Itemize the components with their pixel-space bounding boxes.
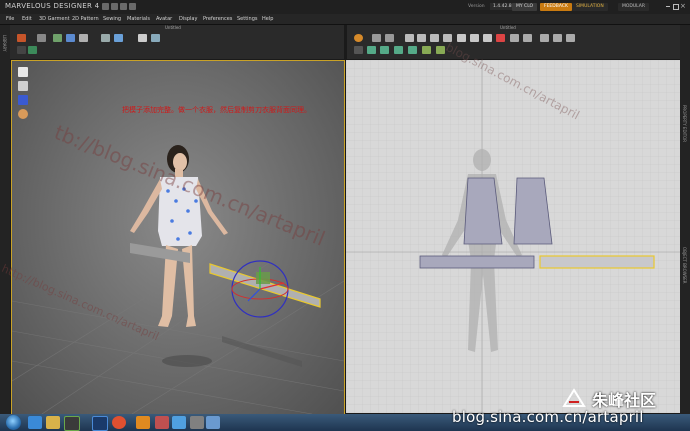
select-icon[interactable] bbox=[17, 34, 26, 42]
avatar-shirt-icon[interactable] bbox=[18, 67, 28, 77]
rotate-icon[interactable] bbox=[354, 34, 363, 42]
menu-help[interactable]: Help bbox=[262, 16, 273, 22]
display-mode-icon[interactable] bbox=[28, 46, 37, 54]
save-icon[interactable] bbox=[102, 3, 109, 10]
menu-3d-garment[interactable]: 3D Garment bbox=[39, 16, 70, 22]
avatar-body-icon[interactable] bbox=[18, 81, 28, 91]
view-mode-icon[interactable] bbox=[17, 46, 26, 54]
fitting-suit-icon[interactable] bbox=[66, 34, 75, 42]
modular-button[interactable]: MODULAR bbox=[618, 3, 649, 11]
community-logo-icon bbox=[562, 388, 586, 407]
edit-segment-icon[interactable] bbox=[367, 46, 376, 54]
photoshop-icon[interactable] bbox=[92, 416, 108, 431]
move-icon[interactable] bbox=[101, 34, 110, 42]
right-panel-strip[interactable]: OBJECT BROWSER PROPERTY EDITOR bbox=[680, 25, 690, 415]
property-editor-tab[interactable]: PROPERTY EDITOR bbox=[682, 105, 687, 142]
toolbar-2d-tools bbox=[350, 31, 675, 57]
picture-icon[interactable] bbox=[206, 416, 220, 429]
close-icon[interactable]: × bbox=[680, 3, 686, 10]
redo-icon[interactable] bbox=[120, 3, 127, 10]
window-controls[interactable]: × bbox=[666, 3, 686, 11]
library-tab[interactable]: LIBRARY bbox=[2, 35, 7, 51]
dart-icon[interactable] bbox=[470, 34, 479, 42]
blog-url-watermark: blog.sina.com.cn/artapril bbox=[452, 408, 644, 426]
avatar-pose-icon[interactable] bbox=[18, 95, 28, 105]
pattern-strip[interactable] bbox=[419, 255, 535, 269]
notch-icon[interactable] bbox=[553, 34, 562, 42]
app-title: MARVELOUS DESIGNER 4 bbox=[5, 2, 100, 10]
move-2d-icon[interactable] bbox=[354, 46, 363, 54]
symmetric-icon[interactable] bbox=[422, 46, 431, 54]
cloth-strip-selected[interactable] bbox=[209, 263, 321, 308]
viewport-2d[interactable] bbox=[346, 60, 680, 413]
qq-icon[interactable] bbox=[172, 416, 186, 429]
minimize-icon[interactable] bbox=[666, 6, 670, 7]
library-panel-strip[interactable]: LIBRARY bbox=[0, 25, 10, 415]
menu-preferences[interactable]: Preferences bbox=[203, 16, 232, 22]
transform-icon[interactable] bbox=[37, 34, 46, 42]
ie-icon[interactable] bbox=[28, 416, 42, 429]
version-label: Version bbox=[468, 4, 485, 9]
polygon-icon[interactable] bbox=[417, 34, 426, 42]
internal-line-icon[interactable] bbox=[457, 34, 466, 42]
free-sewing-icon[interactable] bbox=[496, 34, 505, 42]
edit-curvature-icon[interactable] bbox=[394, 46, 403, 54]
maximize-icon[interactable] bbox=[673, 4, 679, 10]
undo-icon[interactable] bbox=[111, 3, 118, 10]
fold-icon[interactable] bbox=[53, 34, 62, 42]
my-account-button[interactable]: MY CLO bbox=[512, 3, 538, 11]
edit-point-icon[interactable] bbox=[385, 34, 394, 42]
pattern-canvas bbox=[346, 60, 680, 413]
transform-pattern-icon[interactable] bbox=[372, 34, 381, 42]
zoom-icon[interactable] bbox=[566, 34, 575, 42]
segment-sewing-icon[interactable] bbox=[483, 34, 492, 42]
menu-2d-pattern[interactable]: 2D Pattern bbox=[72, 16, 99, 22]
menu-file[interactable]: File bbox=[6, 16, 14, 22]
marvelous-icon[interactable] bbox=[136, 416, 150, 429]
pin-2d-icon[interactable] bbox=[540, 34, 549, 42]
simulation-button[interactable]: SIMULATION bbox=[572, 3, 608, 11]
menu-avatar[interactable]: Avatar bbox=[156, 16, 172, 22]
menu-display[interactable]: Display bbox=[179, 16, 197, 22]
pin-icon[interactable] bbox=[79, 34, 88, 42]
tutorial-annotation: 把模子添加完整。做一个衣服，然后复制剪刀衣服背面同理。 bbox=[122, 106, 311, 114]
app-icon[interactable] bbox=[155, 416, 169, 429]
fold-arrange-icon[interactable] bbox=[510, 34, 519, 42]
menu-materials[interactable]: Materials bbox=[127, 16, 150, 22]
object-browser-tab[interactable]: OBJECT BROWSER bbox=[682, 247, 687, 284]
pattern-strip-selected[interactable] bbox=[539, 255, 655, 269]
explorer-icon[interactable] bbox=[46, 416, 60, 429]
start-orb-icon[interactable] bbox=[6, 415, 21, 430]
open-icon[interactable] bbox=[129, 3, 136, 10]
viewport-3d-title: Untitled bbox=[165, 25, 181, 30]
toolbar-3d-tools bbox=[13, 31, 333, 57]
menu-edit[interactable]: Edit bbox=[22, 16, 32, 22]
chrome-icon[interactable] bbox=[112, 416, 126, 429]
nvidia-icon[interactable] bbox=[64, 416, 80, 431]
seam-allowance-icon[interactable] bbox=[408, 46, 417, 54]
trace-icon[interactable] bbox=[523, 34, 532, 42]
media-icon[interactable] bbox=[190, 416, 204, 429]
feedback-button[interactable]: FEEDBACK bbox=[540, 3, 572, 11]
add-point-icon[interactable] bbox=[405, 34, 414, 42]
rectangle-icon[interactable] bbox=[430, 34, 439, 42]
sewing-icon[interactable] bbox=[114, 34, 123, 42]
viewport-2d-title: Untitled bbox=[500, 25, 516, 30]
menu-sewing[interactable]: Sewing bbox=[103, 16, 121, 22]
menu-settings[interactable]: Settings bbox=[237, 16, 258, 22]
measure-icon[interactable] bbox=[151, 34, 160, 42]
curve-point-icon[interactable] bbox=[380, 46, 389, 54]
avatar-face-icon[interactable] bbox=[18, 109, 28, 119]
tack-icon[interactable] bbox=[138, 34, 147, 42]
